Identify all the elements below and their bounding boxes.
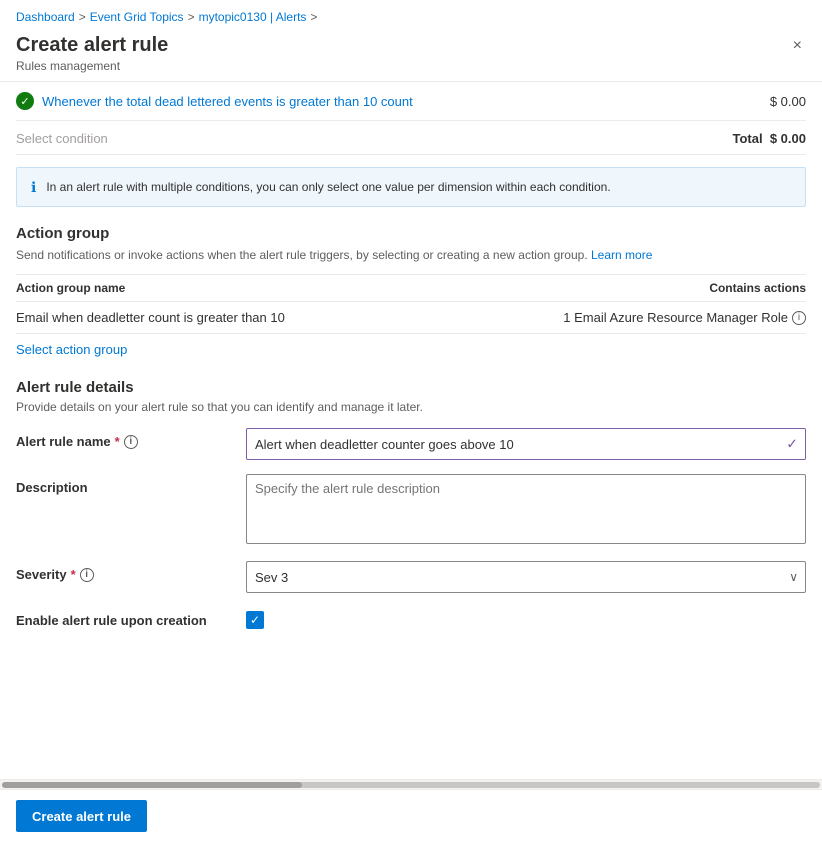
alert-rule-name-input[interactable] [246, 428, 806, 460]
enable-checkbox[interactable]: ✓ [246, 611, 264, 629]
checkbox-check-icon: ✓ [250, 614, 260, 626]
action-group-name: Email when deadletter count is greater t… [16, 310, 467, 325]
breadcrumb-alerts[interactable]: mytopic0130 | Alerts [199, 10, 307, 24]
select-action-group-link[interactable]: Select action group [16, 342, 127, 357]
breadcrumb-sep-2: > [188, 10, 195, 24]
header-left: Create alert rule Rules management [16, 34, 168, 73]
page-container: Dashboard > Event Grid Topics > mytopic0… [0, 0, 822, 842]
info-banner-text: In an alert rule with multiple condition… [46, 178, 610, 196]
input-check-icon: ✓ [786, 436, 798, 453]
scrollbar-area[interactable] [0, 779, 822, 789]
severity-select-wrap: Sev 0 Sev 1 Sev 2 Sev 3 Sev 4 ∨ [246, 561, 806, 593]
field-label-description: Description [16, 474, 246, 495]
required-star-name: * [115, 434, 120, 449]
scrollbar-thumb[interactable] [2, 782, 302, 788]
breadcrumb-sep-1: > [79, 10, 86, 24]
select-condition-row: Select condition Total $ 0.00 [16, 121, 806, 155]
col-header-name: Action group name [16, 281, 467, 295]
condition-check: ✓ Whenever the total dead lettered event… [16, 92, 413, 110]
actions-info-icon[interactable]: i [792, 311, 806, 325]
field-label-enable: Enable alert rule upon creation [16, 607, 246, 628]
field-label-severity: Severity * i [16, 561, 246, 582]
enable-checkbox-wrap[interactable]: ✓ [246, 607, 806, 629]
breadcrumb-dashboard[interactable]: Dashboard [16, 10, 75, 24]
page-header: Create alert rule Rules management × [0, 30, 822, 81]
alert-rule-details-section: Alert rule details Provide details on yo… [16, 379, 806, 629]
page-footer: Create alert rule [0, 789, 822, 842]
condition-text: Whenever the total dead lettered events … [42, 94, 413, 109]
learn-more-link[interactable]: Learn more [591, 248, 652, 262]
description-input[interactable] [246, 474, 806, 544]
condition-row: ✓ Whenever the total dead lettered event… [16, 82, 806, 121]
info-icon: ℹ [31, 179, 36, 196]
enable-field-wrap: ✓ [246, 607, 806, 629]
table-row: Email when deadletter count is greater t… [16, 302, 806, 334]
name-field-info-icon[interactable]: i [124, 435, 138, 449]
check-icon: ✓ [16, 92, 34, 110]
form-row-severity: Severity * i Sev 0 Sev 1 Sev 2 Sev 3 Sev… [16, 561, 806, 593]
form-row-name: Alert rule name * i ✓ [16, 428, 806, 460]
breadcrumb-sep-3: > [310, 10, 317, 24]
severity-select[interactable]: Sev 0 Sev 1 Sev 2 Sev 3 Sev 4 [246, 561, 806, 593]
required-star-severity: * [71, 567, 76, 582]
select-condition-placeholder[interactable]: Select condition [16, 131, 108, 146]
scrollbar-track [2, 782, 820, 788]
severity-info-icon[interactable]: i [80, 568, 94, 582]
breadcrumb-event-grid[interactable]: Event Grid Topics [90, 10, 184, 24]
action-group-table-header: Action group name Contains actions [16, 274, 806, 302]
action-group-section: Action group Send notifications or invok… [16, 225, 806, 361]
action-group-actions: 1 Email Azure Resource Manager Role i [467, 310, 806, 325]
field-label-name: Alert rule name * i [16, 428, 246, 449]
description-field-wrap [246, 474, 806, 547]
condition-cost: $ 0.00 [770, 94, 806, 109]
alert-rule-details-desc: Provide details on your alert rule so th… [16, 400, 806, 414]
close-button[interactable]: × [789, 34, 806, 58]
page-title: Create alert rule [16, 34, 168, 57]
main-content: ✓ Whenever the total dead lettered event… [0, 82, 822, 771]
action-group-title: Action group [16, 225, 806, 242]
name-field-wrap: ✓ [246, 428, 806, 460]
severity-field-wrap: Sev 0 Sev 1 Sev 2 Sev 3 Sev 4 ∨ [246, 561, 806, 593]
page-subtitle: Rules management [16, 59, 168, 73]
form-row-description: Description [16, 474, 806, 547]
action-group-desc: Send notifications or invoke actions whe… [16, 246, 806, 264]
name-input-container: ✓ [246, 428, 806, 460]
create-alert-rule-button[interactable]: Create alert rule [16, 800, 147, 832]
col-header-actions: Contains actions [467, 281, 806, 295]
alert-rule-details-title: Alert rule details [16, 379, 806, 396]
info-banner: ℹ In an alert rule with multiple conditi… [16, 167, 806, 207]
breadcrumb: Dashboard > Event Grid Topics > mytopic0… [0, 0, 822, 30]
total-cost: Total $ 0.00 [733, 131, 806, 146]
form-row-enable: Enable alert rule upon creation ✓ [16, 607, 806, 629]
